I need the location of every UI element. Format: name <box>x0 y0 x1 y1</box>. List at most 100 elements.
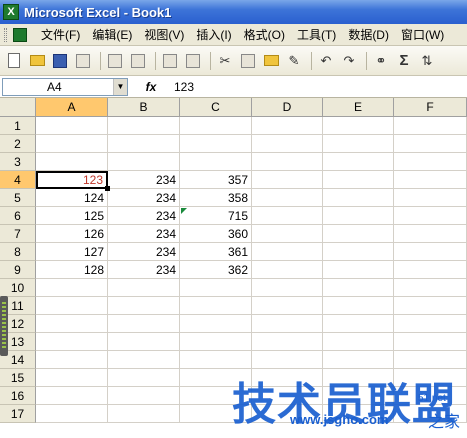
cell[interactable] <box>36 315 108 333</box>
cell[interactable] <box>108 333 180 351</box>
cell[interactable] <box>394 243 467 261</box>
cell[interactable] <box>394 333 467 351</box>
row-header[interactable]: 2 <box>0 135 36 153</box>
cell[interactable]: 362 <box>180 261 252 279</box>
active-cell[interactable]: 123 <box>36 171 108 189</box>
cell[interactable] <box>323 261 394 279</box>
cell[interactable] <box>180 153 252 171</box>
column-header[interactable]: A <box>36 98 108 117</box>
cell[interactable] <box>36 279 108 297</box>
cell[interactable] <box>252 171 323 189</box>
column-header[interactable]: E <box>323 98 394 117</box>
select-all-corner[interactable] <box>0 98 36 117</box>
cell[interactable]: 358 <box>180 189 252 207</box>
format-painter-icon[interactable]: ✎ <box>284 51 304 71</box>
menu-item[interactable]: 编辑(E) <box>86 24 138 45</box>
row-header[interactable]: 5 <box>0 189 36 207</box>
cell[interactable] <box>394 261 467 279</box>
cell[interactable] <box>252 315 323 333</box>
print-preview-icon[interactable] <box>128 51 148 71</box>
cell[interactable] <box>394 135 467 153</box>
cell[interactable] <box>252 351 323 369</box>
cell[interactable] <box>36 297 108 315</box>
cell[interactable] <box>36 153 108 171</box>
redo-icon[interactable]: ↷ <box>339 51 359 71</box>
cell[interactable] <box>36 387 108 405</box>
spelling-icon[interactable] <box>160 51 180 71</box>
column-header[interactable]: D <box>252 98 323 117</box>
name-box[interactable]: A4 ▼ <box>2 77 128 96</box>
name-box-dropdown-icon[interactable]: ▼ <box>113 78 127 95</box>
paste-icon[interactable] <box>261 51 281 71</box>
hyperlink-icon[interactable]: ⚭ <box>371 51 391 71</box>
cell[interactable]: 357 <box>180 171 252 189</box>
cell[interactable]: 124 <box>36 189 108 207</box>
cell[interactable] <box>323 333 394 351</box>
cell[interactable]: 234 <box>108 171 180 189</box>
undo-icon[interactable]: ↶ <box>316 51 336 71</box>
excel-app-icon[interactable]: X <box>3 4 19 20</box>
cell[interactable] <box>180 297 252 315</box>
sort-icon[interactable]: ⇅ <box>417 51 437 71</box>
cell[interactable]: 127 <box>36 243 108 261</box>
cell[interactable] <box>108 405 180 423</box>
cell[interactable] <box>252 225 323 243</box>
research-icon[interactable] <box>183 51 203 71</box>
cell[interactable]: 715 <box>180 207 252 225</box>
cell[interactable] <box>394 189 467 207</box>
cell[interactable] <box>323 189 394 207</box>
cell[interactable] <box>252 279 323 297</box>
cell[interactable] <box>108 297 180 315</box>
cell[interactable]: 361 <box>180 243 252 261</box>
cell[interactable] <box>252 333 323 351</box>
cell[interactable] <box>323 351 394 369</box>
cell[interactable] <box>394 351 467 369</box>
fill-handle[interactable] <box>105 186 110 191</box>
cell[interactable]: 234 <box>108 261 180 279</box>
cell[interactable] <box>252 207 323 225</box>
cell[interactable] <box>180 333 252 351</box>
cell[interactable] <box>323 297 394 315</box>
cell[interactable] <box>323 153 394 171</box>
menu-item[interactable]: 插入(I) <box>190 24 237 45</box>
open-folder-icon[interactable] <box>27 51 47 71</box>
cell[interactable] <box>36 117 108 135</box>
new-document-icon[interactable] <box>4 51 24 71</box>
cell[interactable] <box>36 369 108 387</box>
cell[interactable] <box>108 279 180 297</box>
menu-item[interactable]: 工具(T) <box>291 24 342 45</box>
cell[interactable] <box>323 243 394 261</box>
cell[interactable] <box>252 153 323 171</box>
cell[interactable] <box>252 135 323 153</box>
cell[interactable] <box>108 153 180 171</box>
cell[interactable] <box>108 117 180 135</box>
cell[interactable] <box>394 117 467 135</box>
cell[interactable] <box>323 315 394 333</box>
cell[interactable] <box>180 117 252 135</box>
row-header[interactable]: 10 <box>0 279 36 297</box>
cell[interactable] <box>108 135 180 153</box>
cell[interactable]: 234 <box>108 189 180 207</box>
row-header[interactable]: 15 <box>0 369 36 387</box>
cell[interactable] <box>252 117 323 135</box>
cell[interactable]: 234 <box>108 207 180 225</box>
cell[interactable] <box>323 117 394 135</box>
cell[interactable] <box>394 315 467 333</box>
copy-icon[interactable] <box>238 51 258 71</box>
row-header[interactable]: 16 <box>0 387 36 405</box>
cell[interactable] <box>323 135 394 153</box>
row-header[interactable]: 3 <box>0 153 36 171</box>
cell[interactable] <box>108 315 180 333</box>
cell[interactable] <box>36 405 108 423</box>
cell[interactable]: 234 <box>108 243 180 261</box>
row-header[interactable]: 7 <box>0 225 36 243</box>
cell[interactable] <box>394 225 467 243</box>
cell[interactable] <box>323 207 394 225</box>
menu-item[interactable]: 数据(D) <box>342 24 395 45</box>
cut-icon[interactable]: ✂ <box>215 51 235 71</box>
cell[interactable] <box>323 279 394 297</box>
cell[interactable] <box>394 279 467 297</box>
document-menu-icon[interactable] <box>13 27 27 42</box>
cell[interactable] <box>323 171 394 189</box>
menu-item[interactable]: 文件(F) <box>35 24 86 45</box>
